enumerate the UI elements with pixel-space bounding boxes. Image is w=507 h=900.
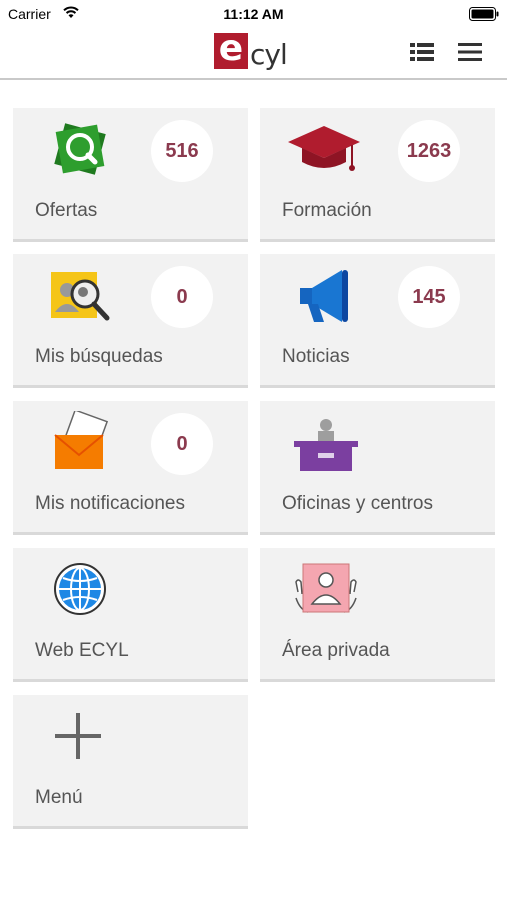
list-icon[interactable] — [410, 41, 434, 63]
megaphone-icon — [300, 270, 348, 322]
tile-label: Área privada — [282, 640, 390, 661]
job-search-icon — [54, 123, 106, 175]
nav-bar: e cyl — [0, 28, 507, 80]
tile-label: Noticias — [282, 346, 350, 367]
count-badge: 1263 — [398, 120, 460, 182]
tile-label: Oficinas y centros — [282, 493, 433, 514]
tile-label: Web ECYL — [35, 640, 129, 661]
private-area-icon — [295, 563, 357, 613]
tile-oficinas-y-centros[interactable]: Oficinas y centros — [260, 401, 495, 535]
tile-label: Mis notificaciones — [35, 493, 185, 514]
menu-icon[interactable] — [458, 41, 482, 63]
tile-web-ecyl[interactable]: Web ECYL — [13, 548, 248, 682]
status-bar: Carrier 11:12 AM — [0, 0, 507, 28]
tile-label: Mis búsquedas — [35, 346, 163, 367]
battery-icon — [469, 7, 499, 21]
logo-wordmark: cyl — [250, 38, 288, 71]
count-badge: 0 — [151, 413, 213, 475]
tile-mis-busquedas[interactable]: 0 Mis búsquedas — [13, 254, 248, 388]
count-badge: 145 — [398, 266, 460, 328]
tile-menu[interactable]: Menú — [13, 695, 248, 829]
envelope-icon — [54, 411, 109, 469]
graduation-cap-icon — [288, 126, 360, 171]
globe-icon — [54, 563, 106, 615]
ecyl-logo[interactable]: e cyl — [214, 29, 294, 71]
tile-label: Formación — [282, 200, 372, 221]
tile-mis-notificaciones[interactable]: 0 Mis notificaciones — [13, 401, 248, 535]
tile-noticias[interactable]: 145 Noticias — [260, 254, 495, 388]
tile-formacion[interactable]: 1263 Formación — [260, 108, 495, 242]
tile-label: Menú — [35, 787, 83, 808]
status-time: 11:12 AM — [223, 6, 284, 22]
office-desk-icon — [294, 419, 358, 471]
logo-mark: e — [214, 29, 248, 69]
tile-ofertas[interactable]: 516 Ofertas — [13, 108, 248, 242]
count-badge: 516 — [151, 120, 213, 182]
tile-label: Ofertas — [35, 200, 98, 221]
plus-icon — [55, 713, 101, 759]
people-search-icon — [51, 272, 110, 321]
count-badge: 0 — [151, 266, 213, 328]
tile-area-privada[interactable]: Área privada — [260, 548, 495, 682]
